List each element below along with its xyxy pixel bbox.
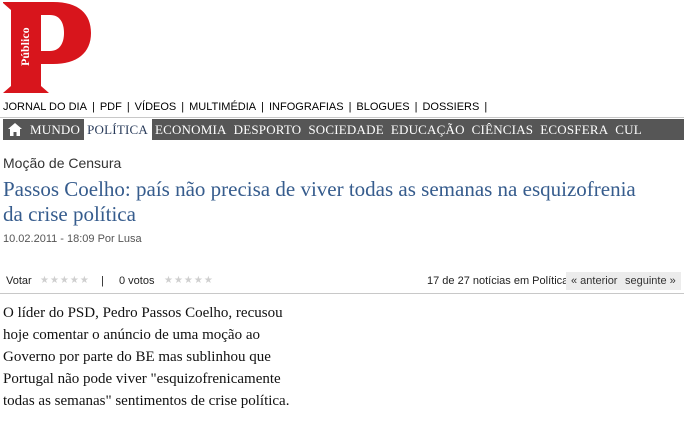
next-article-button[interactable]: seguinte » xyxy=(620,272,681,290)
article-byline: 10.02.2011 - 18:09 Por Lusa xyxy=(3,233,142,245)
topnav-videos[interactable]: VÍDEOS xyxy=(135,101,177,113)
home-button[interactable] xyxy=(3,119,27,140)
article-position: 17 de 27 notícias em Política xyxy=(427,275,569,287)
topnav-separator: | xyxy=(261,101,264,113)
topnav-dossiers[interactable]: DOSSIERS xyxy=(422,101,479,113)
rating-stars-display: ★★★★★ xyxy=(164,275,214,286)
topnav-blogues[interactable]: BLOGUES xyxy=(356,101,409,113)
rating-stars-input[interactable]: ★★★★★ xyxy=(40,275,90,286)
section-politica[interactable]: POLÍTICA xyxy=(84,119,152,140)
topnav-pdf[interactable]: PDF xyxy=(100,101,122,113)
topnav-separator: | xyxy=(91,101,95,113)
home-icon xyxy=(8,123,22,136)
section-cultura[interactable]: CUL xyxy=(612,119,646,140)
vote-separator: | xyxy=(101,275,104,287)
section-educacao[interactable]: EDUCAÇÃO xyxy=(388,119,469,140)
topnav-infografias[interactable]: INFOGRAFIAS xyxy=(269,101,344,113)
section-economia[interactable]: ECONOMIA xyxy=(152,119,231,140)
topnav-jornal-do-dia[interactable]: JORNAL DO DIA xyxy=(3,101,87,113)
article-kicker: Moção de Censura xyxy=(3,155,122,171)
topnav-separator: | xyxy=(484,101,488,113)
article-headline: Passos Coelho: país não precisa de viver… xyxy=(3,177,636,226)
logo-mark xyxy=(3,2,91,93)
section-sociedade[interactable]: SOCIEDADE xyxy=(305,119,387,140)
topnav-separator: | xyxy=(126,101,130,113)
vote-label: Votar xyxy=(6,275,32,287)
previous-article-button[interactable]: « anterior xyxy=(566,272,623,290)
topnav-separator: | xyxy=(348,101,352,113)
vote-count: 0 votos xyxy=(119,275,155,287)
article-body: O líder do PSD, Pedro Passos Coelho, rec… xyxy=(3,305,290,409)
vote-bar: Votar ★★★★★ | 0 votos ★★★★★ 17 de 27 not… xyxy=(0,269,684,294)
logo-text: Público xyxy=(18,27,32,66)
section-navigation: MUNDO POLÍTICA ECONOMIA DESPORTO SOCIEDADE ED… xyxy=(3,119,684,140)
top-navigation: JORNAL DO DIA | PDF | VÍDEOS | MULTIMÉDIA | INFO… xyxy=(3,101,492,113)
publico-logo[interactable]: Público xyxy=(3,2,93,94)
section-ciencias[interactable]: CIÊNCIAS xyxy=(469,119,538,140)
divider xyxy=(0,117,684,118)
topnav-multimedia[interactable]: MULTIMÉDIA xyxy=(189,101,256,113)
topnav-separator: | xyxy=(181,101,185,113)
section-mundo[interactable]: MUNDO xyxy=(27,119,84,140)
topnav-separator: | xyxy=(414,101,418,113)
section-desporto[interactable]: DESPORTO xyxy=(231,119,306,140)
section-ecosfera[interactable]: ECOSFERA xyxy=(537,119,612,140)
